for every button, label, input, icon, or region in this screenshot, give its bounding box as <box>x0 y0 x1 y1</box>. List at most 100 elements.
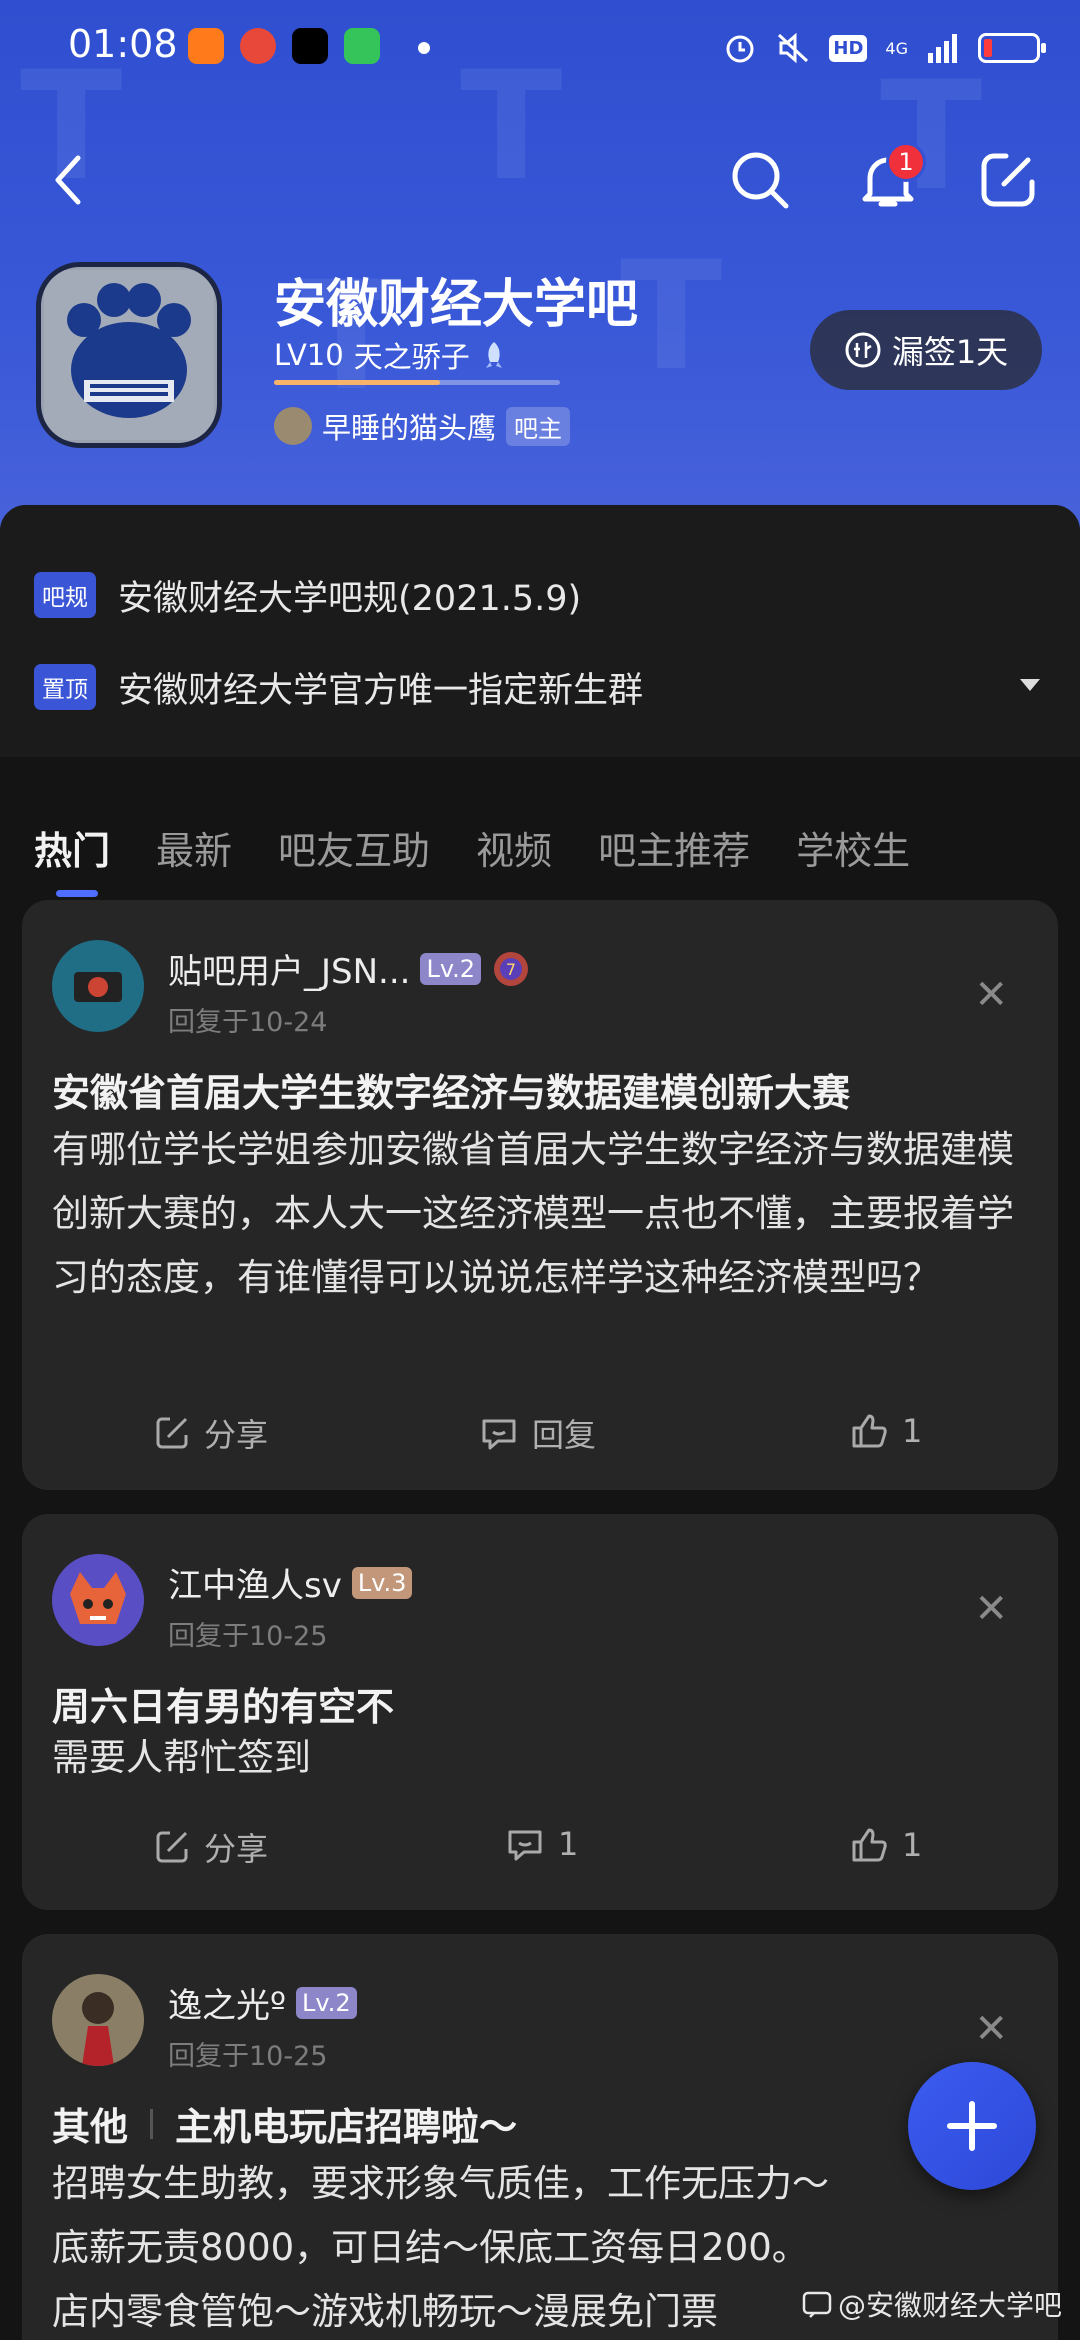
notice-item[interactable]: 置顶 安徽财经大学官方唯一指定新生群 <box>0 657 1080 717</box>
notice-text: 安徽财经大学吧规(2021.5.9) <box>118 578 582 619</box>
tab-hot[interactable]: 热门 <box>34 820 110 897</box>
reply-label: 回复 <box>532 1416 597 1454</box>
tab-bar: 热门 最新 吧友互助 视频 吧主推荐 学校生 <box>0 797 1080 897</box>
plus-icon <box>947 2101 997 2151</box>
post-author[interactable]: 逸之光º Lv.2 <box>168 1978 357 2027</box>
level-number: LV10 <box>274 338 344 372</box>
post-card[interactable]: 贴吧用户_JSN... Lv.2 7 回复于10-24 ✕ 安徽省首届大学生数字… <box>22 900 1058 1490</box>
share-label: 分享 <box>204 1830 269 1868</box>
reply-time: 回复于10-25 <box>168 2041 328 2072</box>
signal-icon <box>928 34 957 63</box>
network-label: 4G <box>885 38 908 58</box>
supplement-signin-icon <box>845 332 881 368</box>
search-button[interactable] <box>720 140 800 220</box>
forum-owner[interactable]: 早睡的猫头鹰 吧主 <box>274 405 571 447</box>
app-notification-icon <box>344 28 380 64</box>
new-post-button[interactable] <box>908 2062 1036 2190</box>
notice-tag: 置顶 <box>34 664 96 710</box>
like-button[interactable]: 1 <box>848 1824 922 1866</box>
level-badge: Lv.2 <box>296 1986 357 2019</box>
rocket-icon <box>485 342 502 368</box>
avatar[interactable] <box>52 1554 144 1646</box>
close-icon[interactable]: ✕ <box>974 1586 1008 1632</box>
back-arrow-icon <box>55 155 81 205</box>
tiktok-icon <box>292 28 328 64</box>
reply-button[interactable]: 1 <box>504 1824 578 1864</box>
author-name: 江中渔人sv <box>168 1566 342 1606</box>
forum-header: T T T T T 01:08 HD 4G 1 安徽财经大学吧 LV10 天之骄… <box>0 0 1080 560</box>
share-icon <box>156 1831 188 1863</box>
user-avatar-image <box>52 1554 144 1646</box>
top-nav: 1 <box>0 140 1080 240</box>
search-icon <box>732 152 789 209</box>
reply-count: 1 <box>558 1825 579 1863</box>
post-body: 需要人帮忙签到 <box>52 1736 311 1779</box>
forum-name: 安徽财经大学吧 <box>274 275 639 335</box>
notice-tag: 吧规 <box>34 572 96 618</box>
post-title: 周六日有男的有空不 <box>52 1685 395 1729</box>
compose-button[interactable] <box>968 140 1048 220</box>
avatar[interactable] <box>52 940 144 1032</box>
owner-avatar <box>274 407 312 445</box>
share-button[interactable]: 分享 <box>152 1410 268 1456</box>
post-author[interactable]: 贴吧用户_JSN... Lv.2 7 <box>168 944 531 993</box>
tab-school-life[interactable]: 学校生 <box>796 820 910 875</box>
post-actions: 分享 1 1 <box>22 1824 1058 1884</box>
expand-notices-icon[interactable] <box>1020 679 1040 691</box>
tab-owner-recommend[interactable]: 吧主推荐 <box>598 820 750 875</box>
weibo-logo-icon <box>802 2291 832 2318</box>
tab-mutual-help[interactable]: 吧友互助 <box>278 820 430 875</box>
author-name: 逸之光º <box>168 1986 287 2026</box>
forum-level[interactable]: LV10 天之骄子 <box>274 334 508 376</box>
thumbs-up-icon <box>852 1828 887 1862</box>
post-body: 有哪位学长学姐参加安徽省首届大学生数字经济与数据建模创新大赛的，本人大一这经济模… <box>52 1128 1014 1299</box>
post-body-line: 底薪无责8000，可日结～保底工资每日200。 <box>52 2226 809 2269</box>
close-icon[interactable]: ✕ <box>974 2006 1008 2052</box>
notification-badge: 1 <box>886 142 926 182</box>
post-actions: 分享 回复 1 <box>22 1410 1058 1470</box>
post-author[interactable]: 江中渔人sv Lv.3 <box>168 1558 413 1607</box>
like-count: 1 <box>902 1412 923 1450</box>
thumbs-up-icon <box>852 1414 887 1448</box>
notice-list: 吧规 安徽财经大学吧规(2021.5.9) 置顶 安徽财经大学官方唯一指定新生群 <box>0 505 1080 757</box>
avatar[interactable] <box>52 1974 144 2066</box>
app-notification-icon <box>240 28 276 64</box>
like-button[interactable]: 1 <box>848 1410 922 1452</box>
status-time: 01:08 <box>68 22 178 66</box>
more-notifications-dot <box>418 42 430 54</box>
back-button[interactable] <box>28 140 108 220</box>
alarm-icon <box>726 35 754 63</box>
comment-icon <box>482 1419 516 1450</box>
share-icon <box>156 1417 188 1449</box>
close-icon[interactable]: ✕ <box>974 972 1008 1018</box>
forum-avatar[interactable] <box>36 262 222 448</box>
reply-time: 回复于10-24 <box>168 1007 328 1038</box>
post-body-line: 招聘女生助教，要求形象气质佳，工作无压力～ <box>52 2162 829 2205</box>
post-title: 安徽省首届大学生数字经济与数据建模创新大赛 <box>52 1071 851 1115</box>
owner-tag: 吧主 <box>506 406 571 446</box>
tab-latest[interactable]: 最新 <box>156 820 232 875</box>
edit-icon <box>981 153 1035 207</box>
notice-item[interactable]: 吧规 安徽财经大学吧规(2021.5.9) <box>0 565 1080 625</box>
post-card[interactable]: 江中渔人sv Lv.3 回复于10-25 ✕ 周六日有男的有空不 需要人帮忙签到… <box>22 1514 1058 1910</box>
share-label: 分享 <box>204 1416 269 1454</box>
post-card[interactable]: 逸之光º Lv.2 回复于10-25 ✕ 其他 主机电玩店招聘啦～ 招聘女生助教… <box>22 1934 1058 2340</box>
status-bar: 01:08 HD 4G <box>0 0 1080 96</box>
notice-text: 安徽财经大学官方唯一指定新生群 <box>118 670 644 711</box>
divider <box>150 2108 154 2139</box>
app-notification-icon <box>188 28 224 64</box>
mute-icon <box>778 32 809 64</box>
notifications-button[interactable]: 1 <box>848 140 928 220</box>
post-title-row: 其他 主机电玩店招聘啦～ <box>52 2096 517 2151</box>
share-button[interactable]: 分享 <box>152 1824 268 1870</box>
level-progress-fill <box>274 380 440 385</box>
reply-button[interactable]: 回复 <box>478 1410 596 1456</box>
author-name: 贴吧用户_JSN... <box>168 952 411 992</box>
level-progress <box>274 380 560 385</box>
user-avatar-image <box>52 940 144 1032</box>
battery-icon <box>978 33 1046 63</box>
tab-video[interactable]: 视频 <box>476 820 552 875</box>
post-category: 其他 <box>52 2105 129 2149</box>
signin-button[interactable]: 漏签1天 <box>810 310 1042 390</box>
watermark: @安徽财经大学吧 <box>802 2284 1062 2324</box>
